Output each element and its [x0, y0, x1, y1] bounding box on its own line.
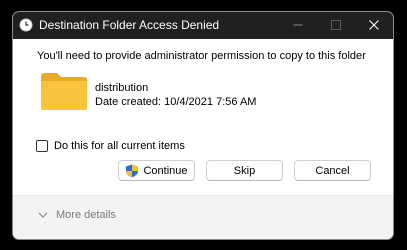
dialog-footer: More details: [13, 195, 393, 239]
folder-icon: [41, 73, 87, 110]
chevron-down-icon: [38, 212, 48, 218]
continue-button[interactable]: Continue: [118, 160, 195, 181]
apply-all-checkbox-row[interactable]: Do this for all current items: [36, 139, 185, 153]
apply-all-label[interactable]: Do this for all current items: [54, 140, 185, 152]
permission-message: You'll need to provide administrator per…: [37, 50, 366, 62]
skip-label: Skip: [233, 164, 256, 177]
apply-all-checkbox[interactable]: [36, 140, 48, 152]
dialog-window: Destination Folder Access Denied You'll …: [12, 11, 394, 240]
minimize-button[interactable]: [288, 16, 308, 34]
cancel-label: Cancel: [315, 164, 350, 177]
close-icon: [369, 20, 379, 30]
item-date-created: Date created: 10/4/2021 7:56 AM: [95, 96, 257, 108]
uac-shield-icon: [126, 164, 139, 177]
minimize-icon: [293, 24, 303, 26]
cancel-button[interactable]: Cancel: [294, 160, 371, 181]
close-button[interactable]: [364, 16, 384, 34]
skip-button[interactable]: Skip: [206, 160, 283, 181]
more-details-label: More details: [56, 209, 116, 221]
maximize-button[interactable]: [326, 16, 346, 34]
item-name: distribution: [95, 82, 149, 94]
window-title: Destination Folder Access Denied: [39, 18, 220, 32]
title-bar[interactable]: Destination Folder Access Denied: [13, 12, 393, 39]
clock-icon: [19, 18, 33, 32]
more-details-toggle[interactable]: More details: [38, 208, 116, 222]
maximize-icon: [331, 20, 341, 30]
continue-label: Continue: [143, 164, 188, 177]
